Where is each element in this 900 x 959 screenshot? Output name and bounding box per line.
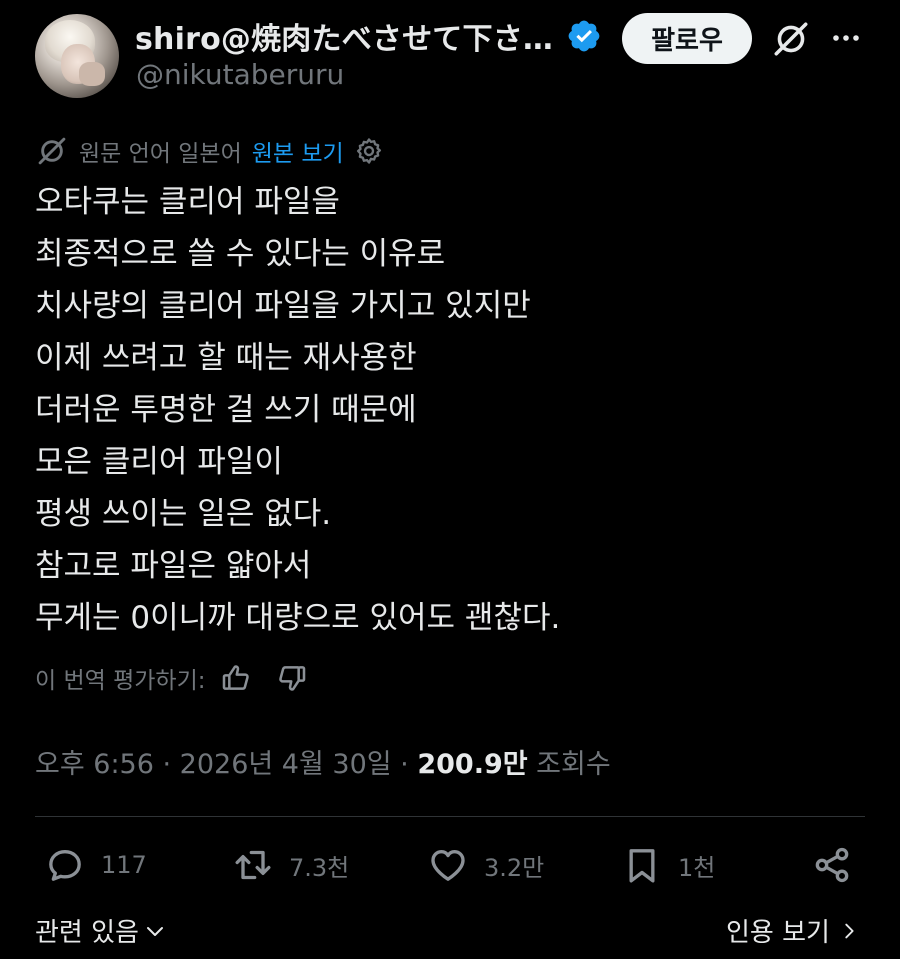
- thumbs-up-icon[interactable]: [220, 662, 252, 694]
- display-name[interactable]: shiro@焼肉たべさせて下さ…: [135, 14, 553, 58]
- share-button[interactable]: [812, 842, 852, 888]
- grok-translate-icon: [38, 137, 66, 165]
- related-toggle[interactable]: 관련 있음: [35, 912, 167, 949]
- views-label: 조회수: [527, 749, 611, 780]
- gear-icon[interactable]: [354, 136, 384, 166]
- chevron-down-icon: [146, 926, 163, 936]
- tweet-line: 이제 쓰려고 할 때는 재사용한: [35, 340, 417, 376]
- follow-button[interactable]: 팔로우: [622, 13, 752, 64]
- meta-separator: ·: [391, 749, 418, 780]
- avatar[interactable]: [35, 14, 119, 98]
- reply-icon: [49, 850, 81, 881]
- handle[interactable]: @nikutaberuru: [136, 58, 344, 91]
- tweet-line: 평생 쓰이는 일은 없다.: [35, 496, 332, 532]
- tweet-line: 참고로 파일은 얇아서: [35, 548, 312, 584]
- like-button[interactable]: 3.2만: [428, 842, 544, 888]
- repost-icon: [235, 850, 271, 880]
- verified-badge-icon: [568, 20, 600, 52]
- tweet-line: 무게는 0이니까 대량으로 있어도 괜찮다.: [35, 600, 561, 636]
- tweet-line: 더러운 투명한 걸 쓰기 때문에: [35, 392, 417, 428]
- thumbs-down-icon[interactable]: [276, 662, 308, 694]
- tweet-line: 치사량의 클리어 파일을 가지고 있지만: [35, 288, 531, 324]
- bookmark-button[interactable]: 1천: [622, 842, 715, 888]
- source-language-label: 원문 언어 일본어: [79, 141, 242, 167]
- share-icon: [815, 847, 849, 883]
- translation-notice: 원문 언어 일본어 원본 보기: [35, 133, 384, 169]
- grok-icon[interactable]: [770, 18, 812, 60]
- chevron-right-icon: [845, 923, 854, 938]
- like-count: 3.2만: [484, 853, 545, 882]
- divider: [35, 816, 865, 817]
- quotes-label: 인용 보기: [726, 918, 830, 948]
- rate-translation: 이 번역 평가하기:: [35, 660, 308, 696]
- rate-translation-label: 이 번역 평가하기:: [35, 668, 206, 694]
- tweet-line: 최종적으로 쓸 수 있다는 이유로: [35, 236, 446, 272]
- related-label: 관련 있음: [35, 918, 139, 948]
- avatar-hand: [79, 62, 105, 86]
- tweet-text: 오타쿠는 클리어 파일을 최종적으로 쓸 수 있다는 이유로 치사량의 클리어 …: [35, 176, 560, 644]
- tweet-line: 오타쿠는 클리어 파일을: [35, 184, 340, 220]
- views-count: 200.9만: [417, 749, 528, 780]
- meta-separator: ·: [153, 749, 180, 780]
- reply-count: 117: [101, 851, 147, 879]
- tweet-meta: 오후 6:56 · 2026년 4월 30일 · 200.9만 조회수: [35, 742, 611, 781]
- show-original-link[interactable]: 원본 보기: [252, 134, 344, 168]
- bookmark-count: 1천: [678, 853, 716, 882]
- heart-icon: [431, 850, 465, 881]
- reply-button[interactable]: 117: [45, 842, 147, 888]
- view-quotes-link[interactable]: 인용 보기: [726, 912, 860, 949]
- tweet-date[interactable]: 2026년 4월 30일: [180, 749, 392, 780]
- repost-count: 7.3천: [289, 853, 350, 882]
- tweet-line: 모은 클리어 파일이: [35, 444, 283, 480]
- repost-button[interactable]: 7.3천: [233, 842, 349, 888]
- more-icon[interactable]: [828, 20, 864, 56]
- tweet-time[interactable]: 오후 6:56: [35, 749, 154, 780]
- bookmark-icon: [629, 849, 655, 883]
